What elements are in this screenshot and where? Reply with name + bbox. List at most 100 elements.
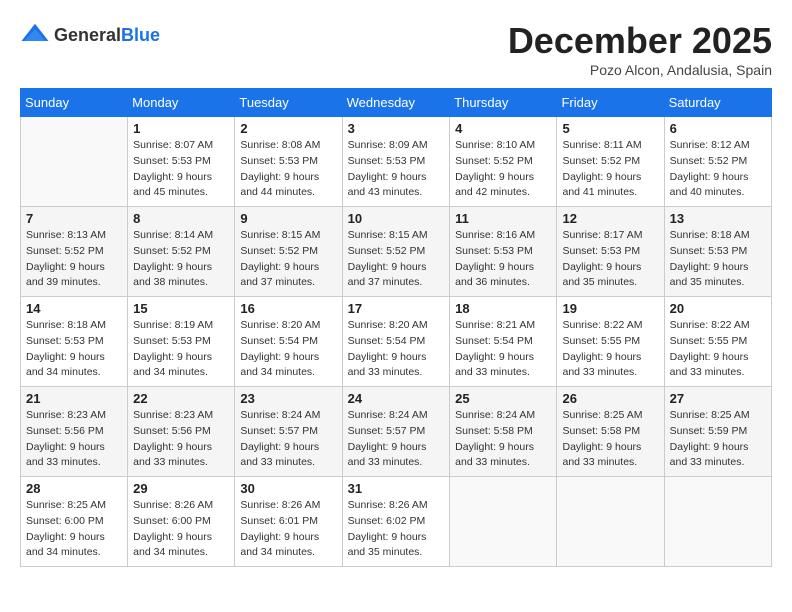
calendar-day-cell: 5Sunrise: 8:11 AMSunset: 5:52 PMDaylight… xyxy=(557,117,664,207)
calendar-day-cell: 25 Sunrise: 8:24 AMSunset: 5:58 PMDayligh… xyxy=(450,387,557,477)
calendar-day-cell: 27 Sunrise: 8:25 AMSunset: 5:59 PMDayligh… xyxy=(664,387,771,477)
day-info: Sunrise: 8:24 AMSunset: 5:57 PMDaylight:… xyxy=(240,408,336,471)
calendar-day-cell: 16 Sunrise: 8:20 AMSunset: 5:54 PMDayligh… xyxy=(235,297,342,387)
day-number: 9 xyxy=(240,211,336,226)
day-info: Sunrise: 8:25 AMSunset: 6:00 PMDaylight:… xyxy=(26,498,122,561)
day-info: Sunrise: 8:16 AMSunset: 5:53 PMDaylight:… xyxy=(455,228,551,291)
day-number: 11 xyxy=(455,211,551,226)
day-of-week-header: Sunday xyxy=(21,89,128,117)
day-of-week-header: Saturday xyxy=(664,89,771,117)
day-info: Sunrise: 8:17 AMSunset: 5:53 PMDaylight:… xyxy=(562,228,658,291)
day-number: 29 xyxy=(133,481,229,496)
calendar-day-cell: 13 Sunrise: 8:18 AMSunset: 5:53 PMDayligh… xyxy=(664,207,771,297)
day-info: Sunrise: 8:13 AMSunset: 5:52 PMDaylight:… xyxy=(26,228,122,291)
calendar-day-cell: 31 Sunrise: 8:26 AMSunset: 6:02 PMDayligh… xyxy=(342,477,450,567)
day-info: Sunrise: 8:15 AMSunset: 5:52 PMDaylight:… xyxy=(348,228,445,291)
calendar-day-cell: 28 Sunrise: 8:25 AMSunset: 6:00 PMDayligh… xyxy=(21,477,128,567)
day-number: 6 xyxy=(670,121,766,136)
day-number: 20 xyxy=(670,301,766,316)
day-number: 15 xyxy=(133,301,229,316)
day-number: 16 xyxy=(240,301,336,316)
calendar-day-cell: 9Sunrise: 8:15 AMSunset: 5:52 PMDaylight… xyxy=(235,207,342,297)
calendar-body: 1Sunrise: 8:07 AMSunset: 5:53 PMDaylight… xyxy=(21,117,772,567)
day-info: Sunrise: 8:14 AMSunset: 5:52 PMDaylight:… xyxy=(133,228,229,291)
calendar-day-cell: 7Sunrise: 8:13 AMSunset: 5:52 PMDaylight… xyxy=(21,207,128,297)
day-number: 13 xyxy=(670,211,766,226)
calendar-table: SundayMondayTuesdayWednesdayThursdayFrid… xyxy=(20,88,772,567)
day-info: Sunrise: 8:19 AMSunset: 5:53 PMDaylight:… xyxy=(133,318,229,381)
calendar-week-row: 21Sunrise: 8:23 AMSunset: 5:56 PMDayligh… xyxy=(21,387,772,477)
day-info: Sunrise: 8:22 AMSunset: 5:55 PMDaylight:… xyxy=(562,318,658,381)
calendar-header-row: SundayMondayTuesdayWednesdayThursdayFrid… xyxy=(21,89,772,117)
day-info: Sunrise: 8:09 AMSunset: 5:53 PMDaylight:… xyxy=(348,138,445,201)
calendar-day-cell: 10 Sunrise: 8:15 AMSunset: 5:52 PMDayligh… xyxy=(342,207,450,297)
day-of-week-header: Tuesday xyxy=(235,89,342,117)
day-info: Sunrise: 8:20 AMSunset: 5:54 PMDaylight:… xyxy=(240,318,336,381)
calendar-day-cell: 26 Sunrise: 8:25 AMSunset: 5:58 PMDayligh… xyxy=(557,387,664,477)
day-number: 23 xyxy=(240,391,336,406)
day-info: Sunrise: 8:26 AMSunset: 6:00 PMDaylight:… xyxy=(133,498,229,561)
calendar-day-cell: 20 Sunrise: 8:22 AMSunset: 5:55 PMDayligh… xyxy=(664,297,771,387)
day-number: 28 xyxy=(26,481,122,496)
day-number: 12 xyxy=(562,211,658,226)
day-number: 27 xyxy=(670,391,766,406)
day-number: 10 xyxy=(348,211,445,226)
day-number: 30 xyxy=(240,481,336,496)
calendar-day-cell: 15 Sunrise: 8:19 AMSunset: 5:53 PMDayligh… xyxy=(128,297,235,387)
calendar-day-cell: 11 Sunrise: 8:16 AMSunset: 5:53 PMDayligh… xyxy=(450,207,557,297)
logo-icon xyxy=(20,20,50,50)
day-info: Sunrise: 8:21 AMSunset: 5:54 PMDaylight:… xyxy=(455,318,551,381)
calendar-day-cell: 30 Sunrise: 8:26 AMSunset: 6:01 PMDayligh… xyxy=(235,477,342,567)
logo-text-general: General xyxy=(54,25,121,45)
day-number: 4 xyxy=(455,121,551,136)
calendar-day-cell: 14 Sunrise: 8:18 AMSunset: 5:53 PMDayligh… xyxy=(21,297,128,387)
day-number: 31 xyxy=(348,481,445,496)
calendar-day-cell: 12 Sunrise: 8:17 AMSunset: 5:53 PMDayligh… xyxy=(557,207,664,297)
calendar-day-cell: 19 Sunrise: 8:22 AMSunset: 5:55 PMDayligh… xyxy=(557,297,664,387)
day-info: Sunrise: 8:24 AMSunset: 5:58 PMDaylight:… xyxy=(455,408,551,471)
calendar-week-row: 1Sunrise: 8:07 AMSunset: 5:53 PMDaylight… xyxy=(21,117,772,207)
day-number: 18 xyxy=(455,301,551,316)
location: Pozo Alcon, Andalusia, Spain xyxy=(508,62,772,78)
day-info: Sunrise: 8:18 AMSunset: 5:53 PMDaylight:… xyxy=(670,228,766,291)
day-number: 2 xyxy=(240,121,336,136)
title-block: December 2025 Pozo Alcon, Andalusia, Spa… xyxy=(508,20,772,78)
day-info: Sunrise: 8:25 AMSunset: 5:58 PMDaylight:… xyxy=(562,408,658,471)
calendar-day-cell: 17 Sunrise: 8:20 AMSunset: 5:54 PMDayligh… xyxy=(342,297,450,387)
month-title: December 2025 xyxy=(508,20,772,62)
day-of-week-header: Monday xyxy=(128,89,235,117)
calendar-week-row: 7Sunrise: 8:13 AMSunset: 5:52 PMDaylight… xyxy=(21,207,772,297)
calendar-day-cell: 23 Sunrise: 8:24 AMSunset: 5:57 PMDayligh… xyxy=(235,387,342,477)
day-info: Sunrise: 8:22 AMSunset: 5:55 PMDaylight:… xyxy=(670,318,766,381)
day-number: 25 xyxy=(455,391,551,406)
day-info: Sunrise: 8:11 AMSunset: 5:52 PMDaylight:… xyxy=(562,138,658,201)
day-number: 1 xyxy=(133,121,229,136)
calendar-day-cell xyxy=(21,117,128,207)
calendar-day-cell xyxy=(450,477,557,567)
day-info: Sunrise: 8:12 AMSunset: 5:52 PMDaylight:… xyxy=(670,138,766,201)
day-info: Sunrise: 8:26 AMSunset: 6:02 PMDaylight:… xyxy=(348,498,445,561)
calendar-day-cell: 2Sunrise: 8:08 AMSunset: 5:53 PMDaylight… xyxy=(235,117,342,207)
day-number: 3 xyxy=(348,121,445,136)
calendar-day-cell: 1Sunrise: 8:07 AMSunset: 5:53 PMDaylight… xyxy=(128,117,235,207)
calendar-day-cell xyxy=(557,477,664,567)
logo-text-blue: Blue xyxy=(121,25,160,45)
day-number: 14 xyxy=(26,301,122,316)
calendar-day-cell: 22Sunrise: 8:23 AMSunset: 5:56 PMDayligh… xyxy=(128,387,235,477)
day-info: Sunrise: 8:25 AMSunset: 5:59 PMDaylight:… xyxy=(670,408,766,471)
day-info: Sunrise: 8:23 AMSunset: 5:56 PMDaylight:… xyxy=(26,408,122,471)
day-number: 24 xyxy=(348,391,445,406)
calendar-day-cell: 18 Sunrise: 8:21 AMSunset: 5:54 PMDayligh… xyxy=(450,297,557,387)
day-number: 8 xyxy=(133,211,229,226)
calendar-day-cell: 6 Sunrise: 8:12 AMSunset: 5:52 PMDaylight… xyxy=(664,117,771,207)
calendar-week-row: 28 Sunrise: 8:25 AMSunset: 6:00 PMDayligh… xyxy=(21,477,772,567)
logo: GeneralBlue xyxy=(20,20,160,50)
day-of-week-header: Wednesday xyxy=(342,89,450,117)
calendar-week-row: 14 Sunrise: 8:18 AMSunset: 5:53 PMDayligh… xyxy=(21,297,772,387)
day-number: 26 xyxy=(562,391,658,406)
day-number: 17 xyxy=(348,301,445,316)
day-number: 19 xyxy=(562,301,658,316)
day-info: Sunrise: 8:26 AMSunset: 6:01 PMDaylight:… xyxy=(240,498,336,561)
day-info: Sunrise: 8:20 AMSunset: 5:54 PMDaylight:… xyxy=(348,318,445,381)
day-info: Sunrise: 8:18 AMSunset: 5:53 PMDaylight:… xyxy=(26,318,122,381)
